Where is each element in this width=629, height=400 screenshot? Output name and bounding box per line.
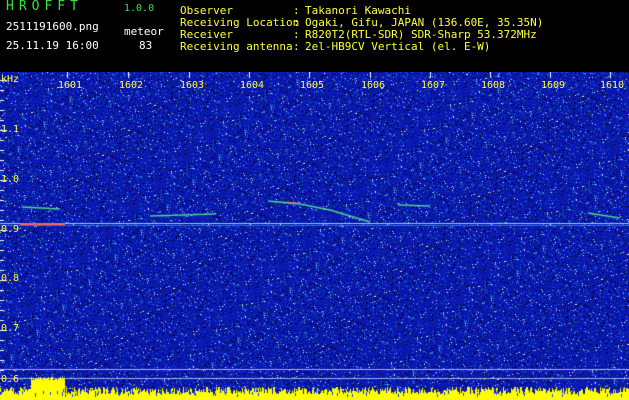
y-tick-label: 0.7 [1,323,20,334]
x-tick-label: 1610 [600,80,625,91]
x-tick-label: 1607 [421,80,446,91]
header-panel: HROFFT 1.0.0 2511191600.png 25.11.19 16:… [0,0,629,72]
x-tick-label: 1608 [481,80,506,91]
axis-overlay: 1601 1602 1603 1604 1605 1606 1607 1608 1609 1610… [0,72,629,400]
x-tick-label: 1609 [541,80,566,91]
y-tick-label: 0.9 [1,224,20,235]
x-tick-label: 1606 [361,80,386,91]
y-tick-label: 1.0 [1,174,20,185]
datetime: 25.11.19 16:00 [6,39,99,52]
y-tick-label: 1.1 [1,124,20,135]
x-tick-label: 1602 [119,80,144,91]
meteor-label: meteor [124,25,164,38]
meteor-count: 83 [139,39,153,52]
y-tick-label: 0.8 [1,273,20,284]
x-tick-label: 1603 [180,80,205,91]
unit-label: kHz [1,74,20,85]
app-version: 1.0.0 [124,3,155,14]
antenna-value: 2el-HB9CV Vertical (el. E-W) [305,40,491,53]
y-tick-label: 0.6 [1,374,20,385]
x-tick-label: 1604 [240,80,265,91]
filename: 2511191600.png [6,20,99,33]
antenna-label: Receiving antenna [180,40,293,53]
x-tick-label: 1605 [300,80,325,91]
antenna-colon: : [293,40,300,53]
x-tick-label: 1601 [58,80,83,91]
app-title: HROFFT [6,0,83,14]
